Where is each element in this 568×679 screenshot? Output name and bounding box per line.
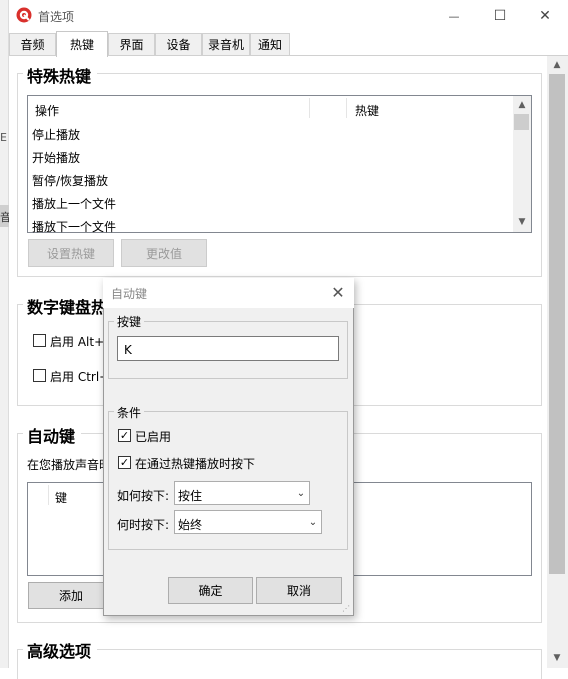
enabled-label: 已启用 — [135, 430, 172, 444]
column-key[interactable]: 键 — [55, 489, 67, 506]
list-item[interactable]: 播放下一个文件 — [32, 218, 116, 235]
how-press-select[interactable]: 按住 — [174, 481, 310, 505]
panel-scroll-thumb[interactable] — [549, 74, 565, 574]
add-auto-key-button[interactable]: 添加 — [28, 582, 114, 609]
resize-grip-icon[interactable]: ⋰ — [342, 604, 352, 614]
cancel-button[interactable]: 取消 — [256, 577, 342, 604]
enable-ctrl-label: 启用 Ctrl+ — [50, 370, 110, 384]
change-value-button[interactable]: 更改值 — [121, 239, 207, 267]
via-hotkey-checkbox[interactable]: ✓ — [118, 456, 131, 469]
enable-alt-checkbox[interactable] — [33, 334, 46, 347]
maximize-icon: ☐ — [493, 8, 507, 24]
panel-scroll-up-icon[interactable]: ▲ — [549, 57, 565, 73]
when-press-select[interactable]: 始终 — [174, 510, 322, 534]
key-group-title: 按键 — [114, 313, 145, 330]
background-window-edge — [0, 0, 9, 668]
tab-audio[interactable]: 音频 — [9, 33, 56, 55]
tab-recorder[interactable]: 录音机 — [202, 33, 250, 55]
tab-devices[interactable]: 设备 — [155, 33, 202, 55]
key-input[interactable]: K — [117, 336, 339, 361]
minimize-icon: — — [448, 9, 460, 23]
list-scroll-thumb[interactable] — [514, 114, 529, 130]
auto-keys-description: 在您播放声音时 — [27, 458, 112, 472]
chevron-down-icon: ⌄ — [308, 516, 318, 528]
condition-group-title: 条件 — [114, 404, 145, 421]
close-icon: ✕ — [539, 8, 551, 24]
special-hotkeys-title: 特殊热键 — [23, 63, 98, 87]
list-item[interactable]: 开始播放 — [32, 149, 80, 166]
advanced-options-title: 高级选项 — [23, 638, 98, 662]
scroll-down-icon[interactable]: ▼ — [513, 214, 531, 230]
tab-interface[interactable]: 界面 — [108, 33, 155, 55]
enable-ctrl-checkbox[interactable] — [33, 369, 46, 382]
list-header — [28, 96, 513, 120]
column-action[interactable]: 操作 — [35, 102, 59, 119]
column-separator — [346, 98, 347, 118]
scroll-up-icon[interactable]: ▲ — [513, 97, 531, 113]
how-press-label: 如何按下: — [117, 489, 170, 503]
dialog-close-icon[interactable]: ✕ — [326, 281, 350, 303]
column-separator — [309, 98, 310, 118]
panel-scroll-down-icon[interactable]: ▼ — [549, 650, 565, 666]
tab-hotkeys[interactable]: 热键 — [56, 31, 108, 57]
list-item[interactable]: 播放上一个文件 — [32, 195, 116, 212]
list-item[interactable]: 暂停/恢复播放 — [32, 172, 108, 189]
enabled-checkbox[interactable]: ✓ — [118, 429, 131, 442]
when-press-label: 何时按下: — [117, 518, 170, 532]
close-button[interactable]: ✕ — [522, 0, 568, 32]
tab-notifications[interactable]: 通知 — [250, 33, 290, 55]
via-hotkey-label: 在通过热键播放时按下 — [135, 457, 256, 471]
enable-alt-label: 启用 Alt+ — [50, 335, 105, 349]
maximize-button[interactable]: ☐ — [477, 0, 523, 32]
background-edge-letter: E — [0, 131, 7, 144]
list-item[interactable]: 停止播放 — [32, 126, 80, 143]
window-title: 首选项 — [38, 10, 75, 24]
dialog-title: 自动键 — [111, 287, 148, 301]
set-hotkey-button[interactable]: 设置热键 — [28, 239, 114, 267]
column-hotkey[interactable]: 热键 — [355, 102, 379, 119]
ok-button[interactable]: 确定 — [168, 577, 253, 604]
minimize-button[interactable]: — — [431, 0, 477, 32]
app-icon — [16, 7, 32, 23]
chevron-down-icon: ⌄ — [296, 487, 306, 499]
numpad-hotkeys-title: 数字键盘热 — [23, 294, 114, 318]
auto-keys-title: 自动键 — [23, 423, 82, 447]
column-separator — [48, 485, 49, 505]
